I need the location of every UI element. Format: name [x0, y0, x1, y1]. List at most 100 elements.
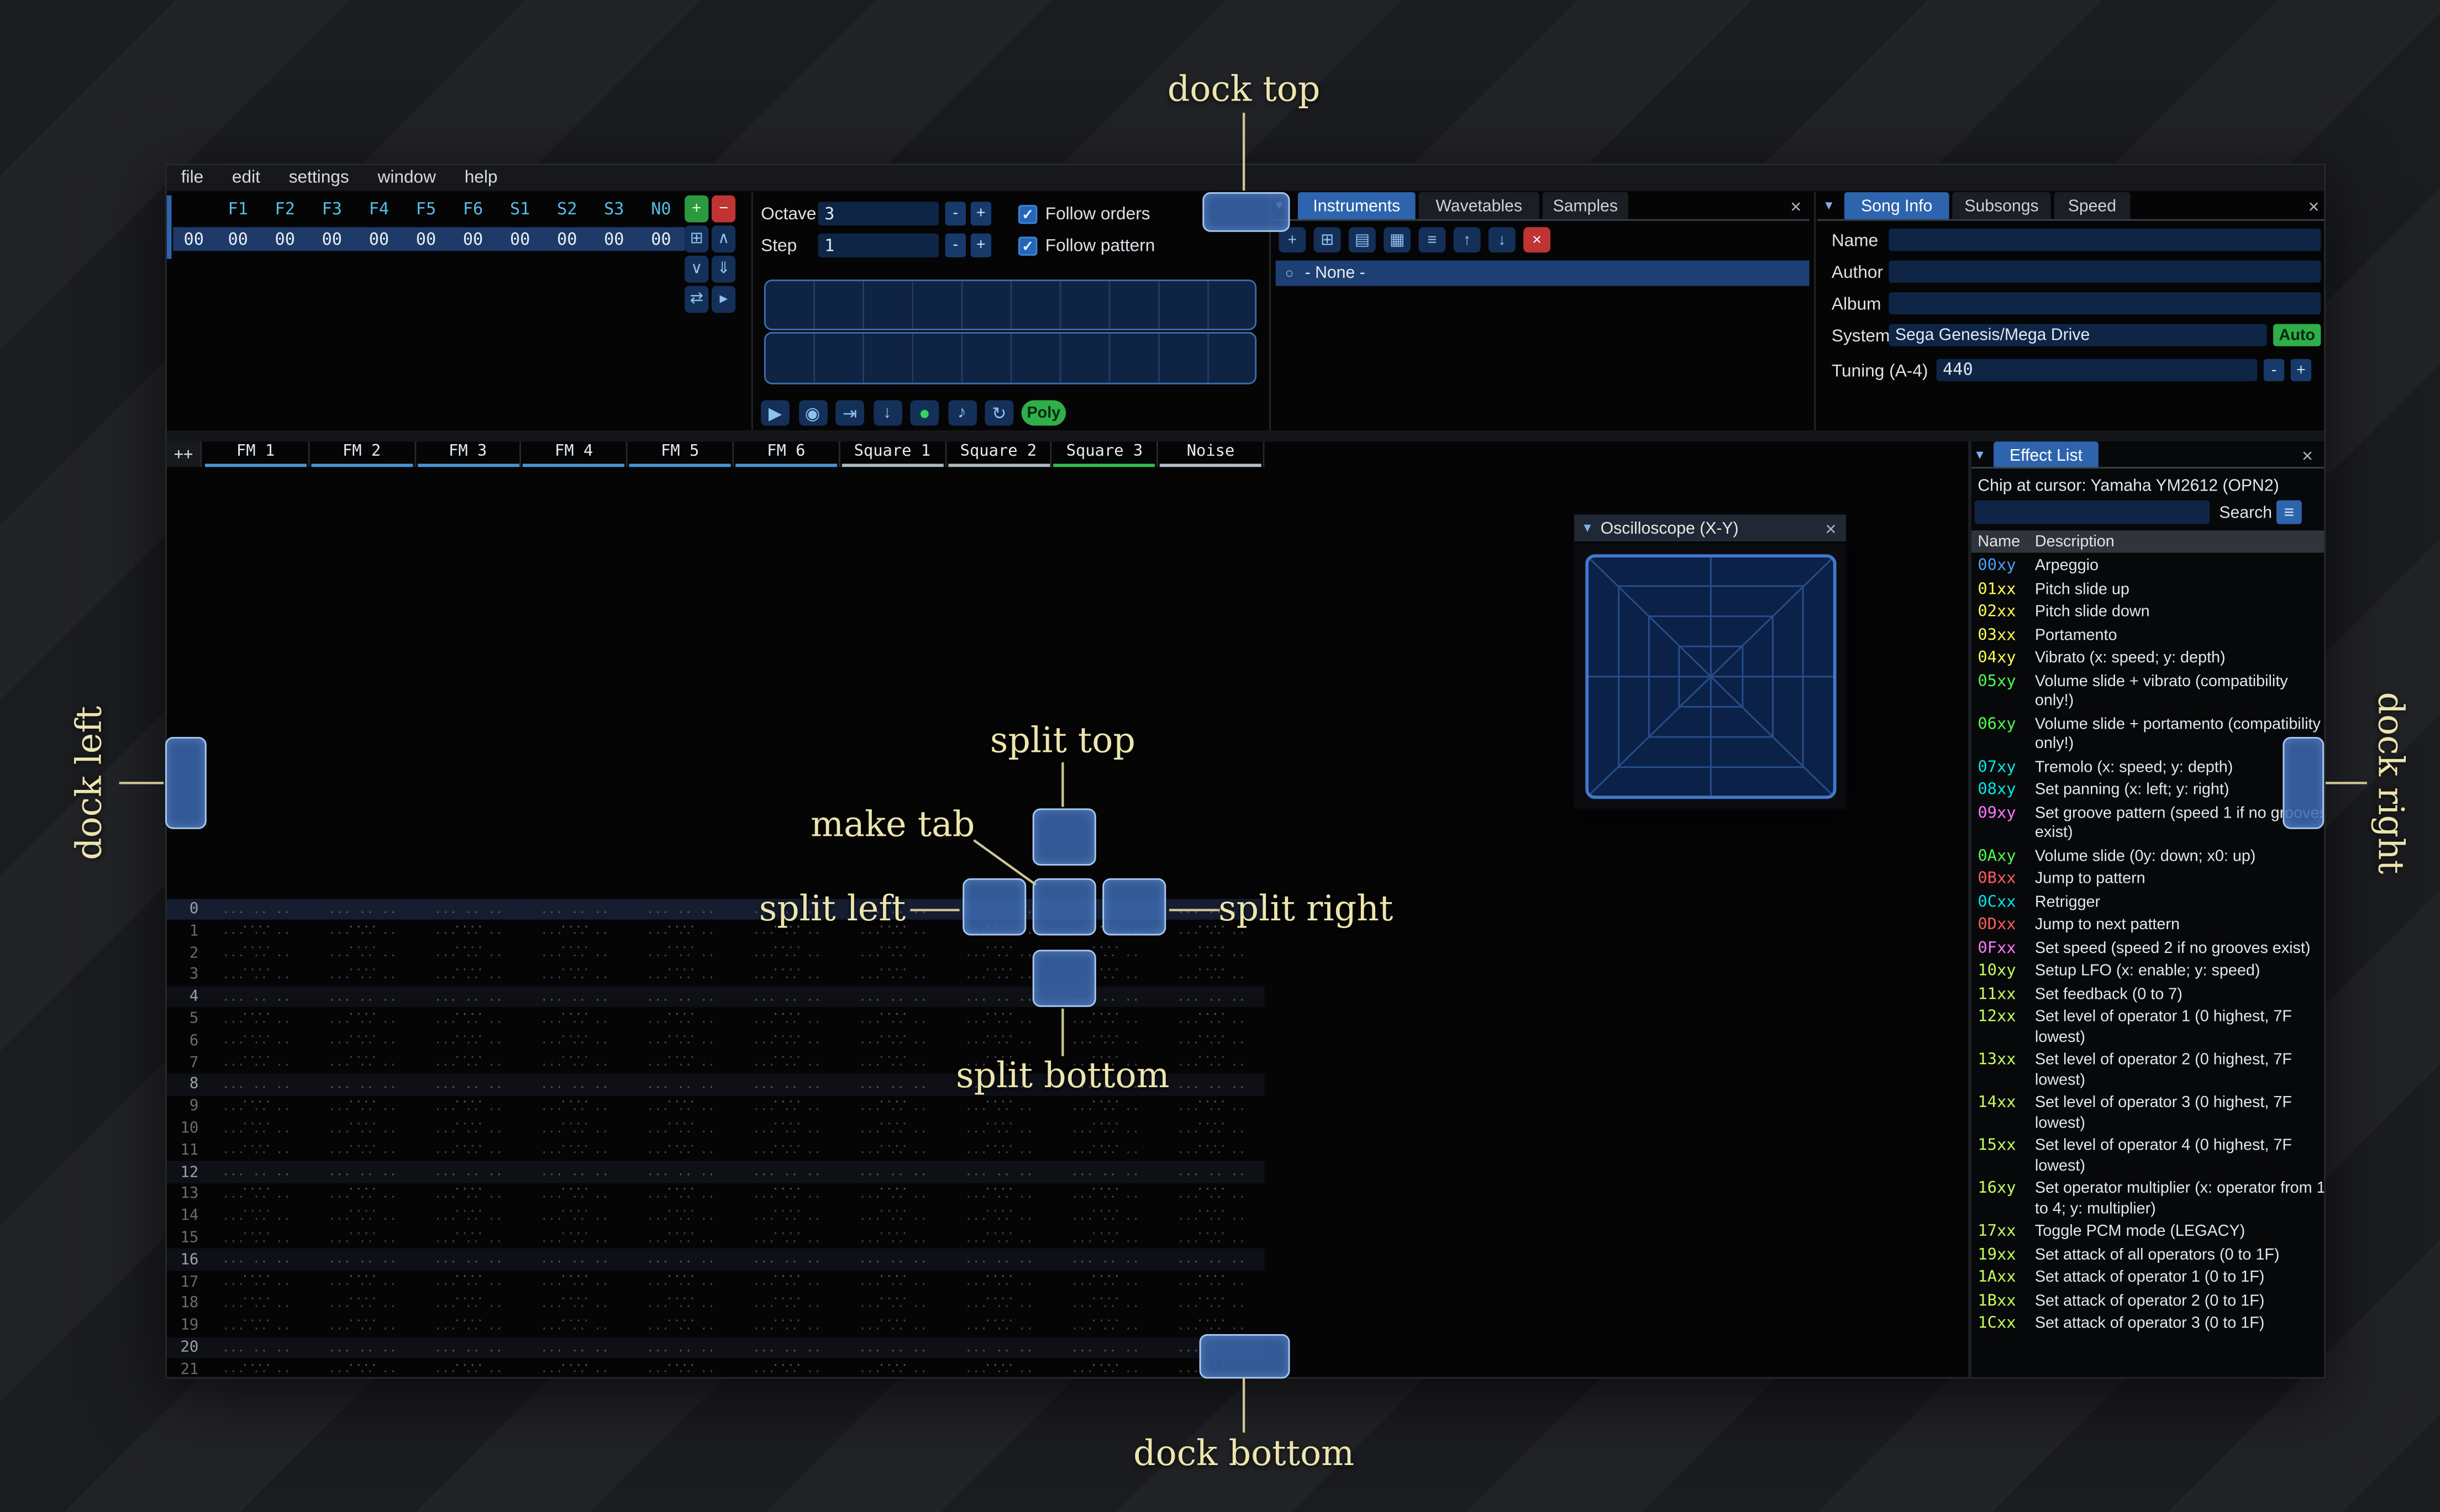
tuning-input[interactable]: 440 [1936, 359, 2258, 381]
channel-header-fm-2[interactable]: FM 2 [309, 441, 416, 467]
follow-pattern-checkbox[interactable]: ✓ [1018, 236, 1038, 256]
repeat-pattern-button[interactable]: ↻ [985, 400, 1014, 426]
instrument-directory-button[interactable]: ≡ [1418, 227, 1446, 253]
effect-list-close-icon[interactable]: × [2302, 446, 2313, 466]
channel-header-fm-5[interactable]: FM 5 [628, 441, 734, 467]
author-input[interactable] [1889, 260, 2321, 283]
oscilloscope-close-icon[interactable]: × [1825, 517, 1836, 539]
split-target-bottom[interactable] [1032, 950, 1096, 1007]
orders-cell[interactable]: 00 [591, 229, 638, 249]
tab-effect-list[interactable]: Effect List [1994, 441, 2099, 469]
play-pattern-button[interactable]: ◉ [798, 400, 827, 426]
orders-cell[interactable]: 00 [308, 229, 355, 249]
pattern-cell[interactable]: ... .. .. .... [416, 1362, 522, 1377]
order-edit-mode-button[interactable]: ▸ [712, 286, 736, 313]
system-input[interactable]: Sega Genesis/Mega Drive [1889, 324, 2267, 346]
pattern-cell[interactable]: ... .. .. .... [734, 1362, 840, 1377]
tab-samples[interactable]: Samples [1542, 192, 1628, 219]
orders-cell[interactable]: 00 [402, 229, 449, 249]
pattern-cell[interactable]: ... .. .. .... [522, 1362, 628, 1377]
delete-instrument-button[interactable]: × [1523, 227, 1550, 253]
move-instrument-down-button[interactable]: ↓ [1488, 227, 1516, 253]
menu-item-settings[interactable]: settings [275, 168, 364, 188]
add-order-button[interactable]: + [685, 195, 709, 223]
orders-cell[interactable]: 00 [214, 229, 261, 249]
move-order-up-button[interactable]: ∧ [712, 225, 736, 253]
pattern-cell[interactable]: ... .. .. .... [840, 1362, 946, 1377]
orders-cell[interactable]: 00 [638, 229, 685, 249]
duplicate-instrument-button[interactable]: ⊞ [1313, 227, 1341, 253]
channel-header-fm-3[interactable]: FM 3 [416, 441, 522, 467]
tab-speed[interactable]: Speed [2054, 192, 2131, 219]
song-info-close-icon[interactable]: × [2308, 197, 2319, 217]
open-instrument-button[interactable]: ▤ [1348, 227, 1376, 253]
effect-list-menu-button[interactable]: ≡ [2276, 500, 2302, 524]
play-button[interactable]: ▶ [761, 400, 790, 426]
oscilloscope-title-bar[interactable]: ▾ Oscilloscope (X-Y) × [1574, 514, 1846, 544]
split-target-right[interactable] [1102, 878, 1166, 936]
play-from-cursor-button[interactable]: ⇥ [835, 400, 864, 426]
orders-cell[interactable]: 00 [544, 229, 591, 249]
tab-subsongs[interactable]: Subsongs [1952, 192, 2051, 219]
add-channel-button[interactable]: ++ [166, 441, 202, 467]
channel-header-noise[interactable]: Noise [1158, 441, 1265, 467]
album-input[interactable] [1889, 292, 2321, 315]
step-decrease-button[interactable]: - [945, 233, 966, 257]
menu-item-help[interactable]: help [450, 168, 512, 188]
duplicate-order-button[interactable]: ⊞ [685, 225, 709, 253]
channel-header-square-2[interactable]: Square 2 [946, 441, 1053, 467]
record-button[interactable]: ● [910, 400, 939, 426]
make-tab-target[interactable] [1032, 878, 1096, 936]
save-instrument-button[interactable]: ▦ [1384, 227, 1411, 253]
tuning-decrease-button[interactable]: - [2263, 359, 2285, 381]
effect-search-input[interactable] [1974, 500, 2210, 524]
channel-header-square-3[interactable]: Square 3 [1052, 441, 1159, 467]
tuning-increase-button[interactable]: + [2290, 359, 2312, 381]
remove-order-button[interactable]: − [712, 195, 736, 223]
dock-target-right[interactable] [2283, 737, 2325, 829]
pattern-cell[interactable]: ... .. .. .... [946, 1362, 1052, 1377]
instruments-close-icon[interactable]: × [1790, 197, 1801, 217]
effect-list-collapse-icon[interactable]: ▾ [1976, 446, 1984, 464]
channel-header-fm-6[interactable]: FM 6 [734, 441, 840, 467]
dock-target-left[interactable] [165, 737, 207, 829]
system-auto-button[interactable]: Auto [2273, 324, 2321, 346]
order-change-all-button[interactable]: ⇄ [685, 286, 709, 313]
menu-item-file[interactable]: file [167, 168, 218, 188]
orders-row[interactable]: 00 00 00 00 00 00 00 00 00 00 00 [173, 227, 685, 251]
poly-button[interactable]: Poly [1021, 400, 1066, 426]
follow-orders-checkbox[interactable]: ✓ [1018, 204, 1038, 224]
channel-header-fm-4[interactable]: FM 4 [522, 441, 628, 467]
octave-input[interactable]: 3 [818, 202, 939, 226]
step-one-row-button[interactable]: ↓ [872, 400, 902, 426]
pattern-cell[interactable]: ... .. .. .... [628, 1362, 734, 1377]
step-input[interactable]: 1 [818, 233, 939, 257]
channel-header-fm-1[interactable]: FM 1 [203, 441, 310, 467]
orders-cell[interactable]: 00 [261, 229, 308, 249]
piano-lower[interactable] [764, 331, 1257, 384]
octave-decrease-button[interactable]: - [945, 202, 966, 226]
pattern-cell[interactable]: ... .. .. .... [203, 1362, 309, 1377]
octave-increase-button[interactable]: + [970, 202, 991, 226]
split-target-top[interactable] [1032, 808, 1096, 866]
metronome-button[interactable]: ♪ [947, 400, 976, 426]
menu-item-window[interactable]: window [364, 168, 450, 188]
dock-target-top[interactable] [1202, 192, 1290, 232]
menu-item-edit[interactable]: edit [218, 168, 275, 188]
tab-instruments[interactable]: Instruments [1297, 192, 1416, 219]
tab-wavetables[interactable]: Wavetables [1418, 192, 1539, 219]
instrument-list-item[interactable]: ○ - None - [1275, 260, 1810, 286]
move-order-down-button[interactable]: ∨ [685, 255, 709, 283]
oscilloscope-collapse-icon[interactable]: ▾ [1584, 519, 1591, 537]
duplicate-order-to-end-button[interactable]: ⇓ [712, 255, 736, 283]
piano-upper[interactable] [764, 280, 1257, 330]
orders-cell[interactable]: 00 [497, 229, 544, 249]
orders-cell[interactable]: 00 [450, 229, 497, 249]
pattern-cell[interactable]: ... .. .. .... [1052, 1362, 1158, 1377]
pattern-cell[interactable]: ... .. .. .... [309, 1362, 416, 1377]
channel-header-square-1[interactable]: Square 1 [840, 441, 946, 467]
tab-song-info[interactable]: Song Info [1844, 192, 1949, 219]
name-input[interactable] [1889, 229, 2321, 251]
song-info-collapse-icon[interactable]: ▾ [1825, 197, 1832, 215]
orders-cell[interactable]: 00 [355, 229, 402, 249]
